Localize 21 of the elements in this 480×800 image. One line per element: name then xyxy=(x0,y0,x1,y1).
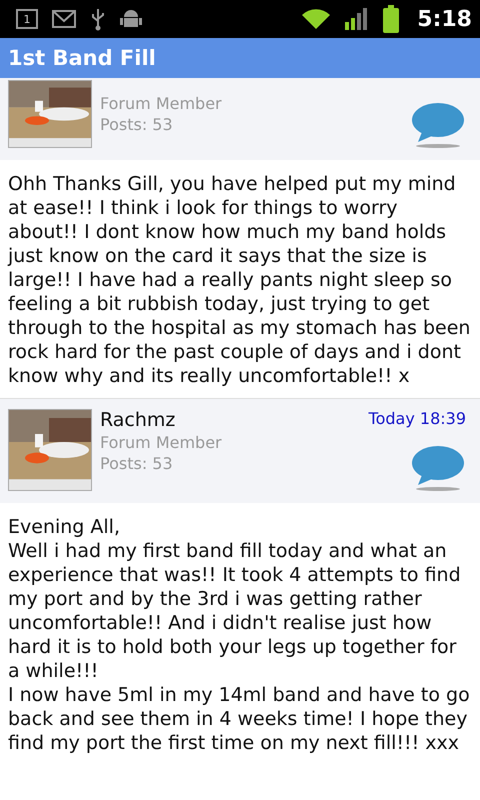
android-icon xyxy=(120,8,142,30)
post-text: Well i had my first band fill today and what an experience that was!! It took 4 attempts to find my port and by the 3rd i was getting rather uncomfortable!! And i didn't realise just how hard it is to hold both your legs up together for a while!!! xyxy=(8,539,462,683)
battery-icon xyxy=(383,5,400,33)
mail-icon xyxy=(52,10,76,28)
post-text: I now have 5ml in my 14ml band and have to go back and see them in 4 weeks time! I hope they find my port the first time on my next fill!!! xxx xyxy=(8,683,471,755)
notification-count: 1 xyxy=(16,9,38,29)
wifi-icon xyxy=(301,8,332,30)
speech-bubble-icon[interactable] xyxy=(410,102,466,148)
speech-bubble-icon[interactable] xyxy=(410,445,466,491)
member-role: Forum Member xyxy=(100,94,223,113)
author-name[interactable]: Rachmz xyxy=(100,409,361,431)
post-count: Posts: 53 xyxy=(100,115,174,134)
post-date: Today 18:39 xyxy=(368,409,466,428)
post-text: Ohh Thanks Gill, you have helped put my mind at ease!! I think i look for things to worry about!! I dont know how much my band holds just know on the card it says that the size is large!! I have had a really pants night sleep so feeling a bit rubbish today, just trying to get through to the hospital as my stomach has been rock hard for the past couple of days and i dont know why and its really uncomfortable!! x xyxy=(8,172,472,388)
post-count: Posts: 53 xyxy=(100,454,174,473)
thread-title: 1st Band Fill xyxy=(8,46,156,70)
member-role: Forum Member xyxy=(100,433,223,452)
signal-icon xyxy=(345,8,370,30)
post-text: Evening All, xyxy=(8,515,121,539)
clock: 5:18 xyxy=(417,6,472,32)
usb-icon xyxy=(90,7,106,31)
